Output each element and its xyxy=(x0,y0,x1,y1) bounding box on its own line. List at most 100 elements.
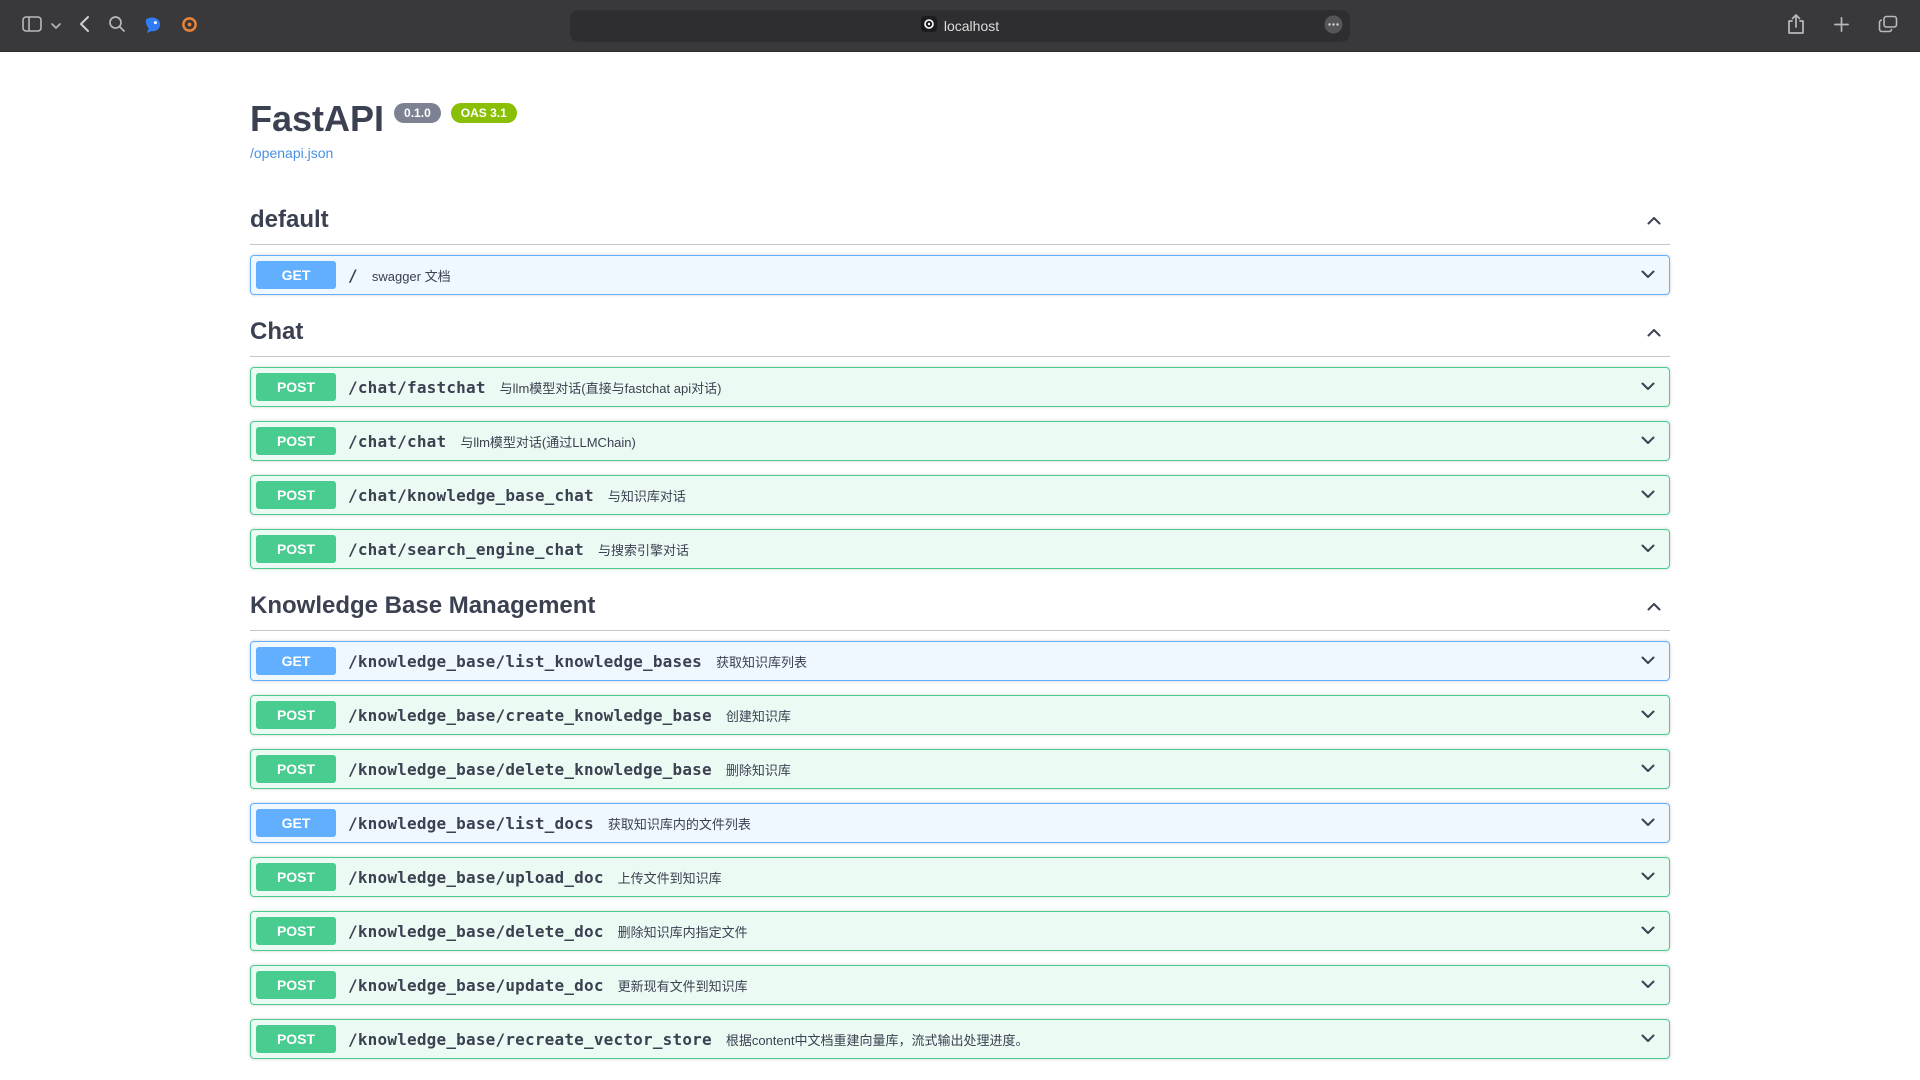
operation-description: 与知识库对话 xyxy=(608,486,1632,505)
expand-operation-button[interactable] xyxy=(1632,376,1664,399)
search-icon xyxy=(108,15,126,36)
chevron-up-icon xyxy=(1644,320,1664,343)
expand-operation-button[interactable] xyxy=(1632,704,1664,727)
expand-operation-button[interactable] xyxy=(1632,650,1664,673)
operation-description: 获取知识库列表 xyxy=(716,652,1632,671)
operation-path: /knowledge_base/list_knowledge_bases xyxy=(348,652,702,671)
section-collapse-button[interactable] xyxy=(1638,594,1670,617)
chevron-down-icon xyxy=(1638,264,1658,287)
extension-blue-button[interactable] xyxy=(142,13,165,39)
chevron-down-icon xyxy=(1638,430,1658,453)
section-header: Chat xyxy=(250,309,1670,357)
expand-operation-button[interactable] xyxy=(1632,920,1664,943)
share-button[interactable] xyxy=(1785,11,1807,40)
api-section: default GET / swagger 文档 xyxy=(250,197,1670,295)
operation-path: /chat/chat xyxy=(348,432,446,451)
operation-description: 获取知识库内的文件列表 xyxy=(608,814,1632,833)
expand-operation-button[interactable] xyxy=(1632,264,1664,287)
operation-list: GET / swagger 文档 xyxy=(250,255,1670,295)
chevron-down-icon xyxy=(1638,866,1658,889)
operation-row[interactable]: POST /knowledge_base/create_knowledge_ba… xyxy=(250,695,1670,735)
operation-row[interactable]: POST /chat/search_engine_chat 与搜索引擎对话 xyxy=(250,529,1670,569)
expand-operation-button[interactable] xyxy=(1632,430,1664,453)
openapi-spec-link[interactable]: /openapi.json xyxy=(250,145,333,161)
operation-description: 更新现有文件到知识库 xyxy=(618,976,1632,995)
method-badge: POST xyxy=(256,535,336,563)
tab-overview-button[interactable] xyxy=(1876,13,1900,38)
expand-operation-button[interactable] xyxy=(1632,1028,1664,1051)
operation-row[interactable]: POST /chat/fastchat 与llm模型对话(直接与fastchat… xyxy=(250,367,1670,407)
method-badge: POST xyxy=(256,701,336,729)
operation-row[interactable]: GET /knowledge_base/list_docs 获取知识库内的文件列… xyxy=(250,803,1670,843)
tab-overview-icon xyxy=(1878,15,1898,36)
operation-row[interactable]: POST /knowledge_base/recreate_vector_sto… xyxy=(250,1019,1670,1059)
sidebar-toggle-button[interactable] xyxy=(20,14,44,37)
operation-row[interactable]: POST /chat/knowledge_base_chat 与知识库对话 xyxy=(250,475,1670,515)
operation-description: 创建知识库 xyxy=(726,706,1632,725)
address-text: localhost xyxy=(944,18,999,34)
operation-path: / xyxy=(348,266,358,285)
expand-operation-button[interactable] xyxy=(1632,758,1664,781)
chevron-down-icon xyxy=(1638,484,1658,507)
operation-path: /knowledge_base/delete_knowledge_base xyxy=(348,760,712,779)
search-button[interactable] xyxy=(106,13,128,38)
operation-path: /knowledge_base/list_docs xyxy=(348,814,594,833)
method-badge: POST xyxy=(256,373,336,401)
section-title[interactable]: Chat xyxy=(250,317,1638,346)
section-title[interactable]: Knowledge Base Management xyxy=(250,591,1638,620)
browser-toolbar: localhost xyxy=(0,0,1920,52)
expand-operation-button[interactable] xyxy=(1632,538,1664,561)
swagger-page: FastAPI 0.1.0 OAS 3.1 /openapi.json defa… xyxy=(230,52,1690,1059)
address-bar[interactable]: localhost xyxy=(570,10,1350,42)
method-badge: POST xyxy=(256,481,336,509)
operation-path: /knowledge_base/recreate_vector_store xyxy=(348,1030,712,1049)
method-badge: POST xyxy=(256,971,336,999)
operation-row[interactable]: GET / swagger 文档 xyxy=(250,255,1670,295)
operation-row[interactable]: GET /knowledge_base/list_knowledge_bases… xyxy=(250,641,1670,681)
operation-list: GET /knowledge_base/list_knowledge_bases… xyxy=(250,641,1670,1059)
operation-path: /chat/fastchat xyxy=(348,378,486,397)
expand-operation-button[interactable] xyxy=(1632,866,1664,889)
page-title: FastAPI 0.1.0 OAS 3.1 xyxy=(250,97,1670,140)
operation-description: swagger 文档 xyxy=(372,266,1632,285)
operation-path: /chat/search_engine_chat xyxy=(348,540,584,559)
sidebar-menu-button[interactable] xyxy=(49,16,63,35)
api-sections: default GET / swagger 文档 Chat xyxy=(250,197,1670,1059)
method-badge: POST xyxy=(256,427,336,455)
operation-path: /knowledge_base/create_knowledge_base xyxy=(348,706,712,725)
operation-row[interactable]: POST /chat/chat 与llm模型对话(通过LLMChain) xyxy=(250,421,1670,461)
operation-path: /chat/knowledge_base_chat xyxy=(348,486,594,505)
method-badge: POST xyxy=(256,917,336,945)
section-header: Knowledge Base Management xyxy=(250,583,1670,631)
expand-operation-button[interactable] xyxy=(1632,974,1664,997)
api-section: Chat POST /chat/fastchat 与llm模型对话(直接与fas… xyxy=(250,309,1670,569)
operation-description: 上传文件到知识库 xyxy=(618,868,1632,887)
operation-description: 删除知识库 xyxy=(726,760,1632,779)
section-collapse-button[interactable] xyxy=(1638,208,1670,231)
new-tab-button[interactable] xyxy=(1831,14,1852,38)
operation-row[interactable]: POST /knowledge_base/update_doc 更新现有文件到知… xyxy=(250,965,1670,1005)
method-badge: GET xyxy=(256,647,336,675)
section-title[interactable]: default xyxy=(250,205,1638,234)
site-favicon-icon xyxy=(921,16,937,35)
method-badge: GET xyxy=(256,261,336,289)
chevron-down-icon xyxy=(1638,376,1658,399)
section-collapse-button[interactable] xyxy=(1638,320,1670,343)
operation-description: 与llm模型对话(通过LLMChain) xyxy=(460,432,1632,451)
operation-description: 根据content中文档重建向量库，流式输出处理进度。 xyxy=(726,1030,1632,1049)
chevron-up-icon xyxy=(1644,594,1664,617)
chevron-down-icon xyxy=(1638,758,1658,781)
operation-row[interactable]: POST /knowledge_base/delete_doc 删除知识库内指定… xyxy=(250,911,1670,951)
oas-badge: OAS 3.1 xyxy=(451,103,517,123)
chevron-down-icon xyxy=(1638,812,1658,835)
version-badge: 0.1.0 xyxy=(394,103,441,123)
operation-row[interactable]: POST /knowledge_base/upload_doc 上传文件到知识库 xyxy=(250,857,1670,897)
chevron-down-icon xyxy=(1638,974,1658,997)
operation-description: 删除知识库内指定文件 xyxy=(618,922,1632,941)
page-more-button[interactable] xyxy=(1324,15,1343,37)
back-button[interactable] xyxy=(77,13,92,38)
extension-orange-button[interactable] xyxy=(179,14,200,38)
expand-operation-button[interactable] xyxy=(1632,812,1664,835)
expand-operation-button[interactable] xyxy=(1632,484,1664,507)
operation-row[interactable]: POST /knowledge_base/delete_knowledge_ba… xyxy=(250,749,1670,789)
